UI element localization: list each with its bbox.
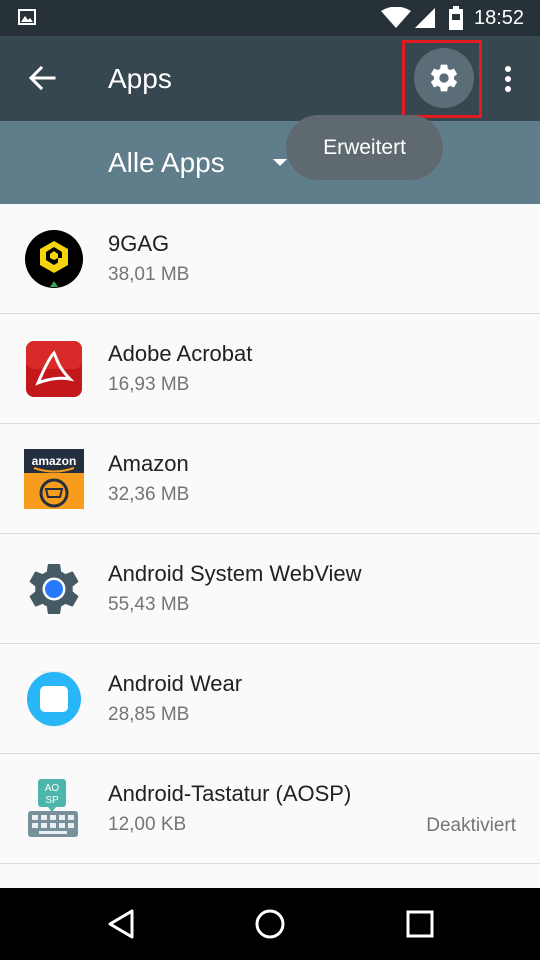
nav-recents-icon[interactable] xyxy=(406,910,434,938)
webview-icon xyxy=(29,564,79,614)
app-bar: Apps xyxy=(0,36,540,121)
app-status: Deaktiviert xyxy=(426,815,516,836)
app-size: 32,36 MB xyxy=(108,484,190,505)
keyboard-icon: AO SP xyxy=(28,779,78,837)
signal-icon xyxy=(415,8,435,28)
nav-back-icon[interactable] xyxy=(106,908,136,940)
filter-spinner[interactable]: Alle Apps xyxy=(108,147,225,179)
list-item[interactable]: amazon Amazon 32,36 MB xyxy=(0,424,540,534)
app-size: 38,01 MB xyxy=(108,264,190,285)
battery-icon xyxy=(449,6,463,30)
9gag-icon xyxy=(25,230,83,288)
clock: 18:52 xyxy=(474,7,525,29)
android-wear-icon xyxy=(27,671,81,727)
page-title: Apps xyxy=(108,63,172,94)
app-list: 9GAG 38,01 MB Adobe Acrobat 16,93 MB ama… xyxy=(0,204,540,864)
list-item[interactable]: Android Wear 28,85 MB xyxy=(0,644,540,754)
svg-text:amazon: amazon xyxy=(32,454,77,468)
adobe-acrobat-icon xyxy=(26,341,82,397)
app-name: Android Wear xyxy=(108,671,243,696)
svg-text:AO: AO xyxy=(45,783,60,794)
navigation-bar xyxy=(0,888,540,960)
list-item[interactable]: Android System WebView 55,43 MB xyxy=(0,534,540,644)
list-item[interactable]: 9GAG 38,01 MB xyxy=(0,204,540,314)
app-name: Android System WebView xyxy=(108,561,362,586)
status-bar: 18:52 xyxy=(0,0,540,36)
app-name: Adobe Acrobat xyxy=(108,341,253,366)
highlight-box xyxy=(402,40,482,118)
filter-bar: Alle Apps xyxy=(0,121,540,204)
more-vert-icon[interactable] xyxy=(498,64,518,94)
list-item[interactable]: Adobe Acrobat 16,93 MB xyxy=(0,314,540,424)
app-name: Android-Tastatur (AOSP) xyxy=(108,781,352,806)
app-name: 9GAG xyxy=(108,231,170,256)
wifi-icon xyxy=(381,7,411,28)
app-size: 28,85 MB xyxy=(108,704,190,725)
list-item[interactable]: AO SP Android-Tastatur (AOSP) 12,00 KB D… xyxy=(0,754,540,864)
amazon-icon: amazon xyxy=(24,449,84,509)
svg-text:SP: SP xyxy=(45,795,59,806)
app-size: 16,93 MB xyxy=(108,374,190,395)
dropdown-caret-icon[interactable] xyxy=(273,159,287,166)
nav-home-icon[interactable] xyxy=(254,908,286,940)
app-size: 55,43 MB xyxy=(108,594,190,615)
image-notification-icon xyxy=(18,9,36,25)
app-size: 12,00 KB xyxy=(108,814,187,835)
tooltip: Erweitert xyxy=(286,115,443,180)
app-name: Amazon xyxy=(108,451,189,476)
back-arrow-icon[interactable] xyxy=(28,64,56,92)
